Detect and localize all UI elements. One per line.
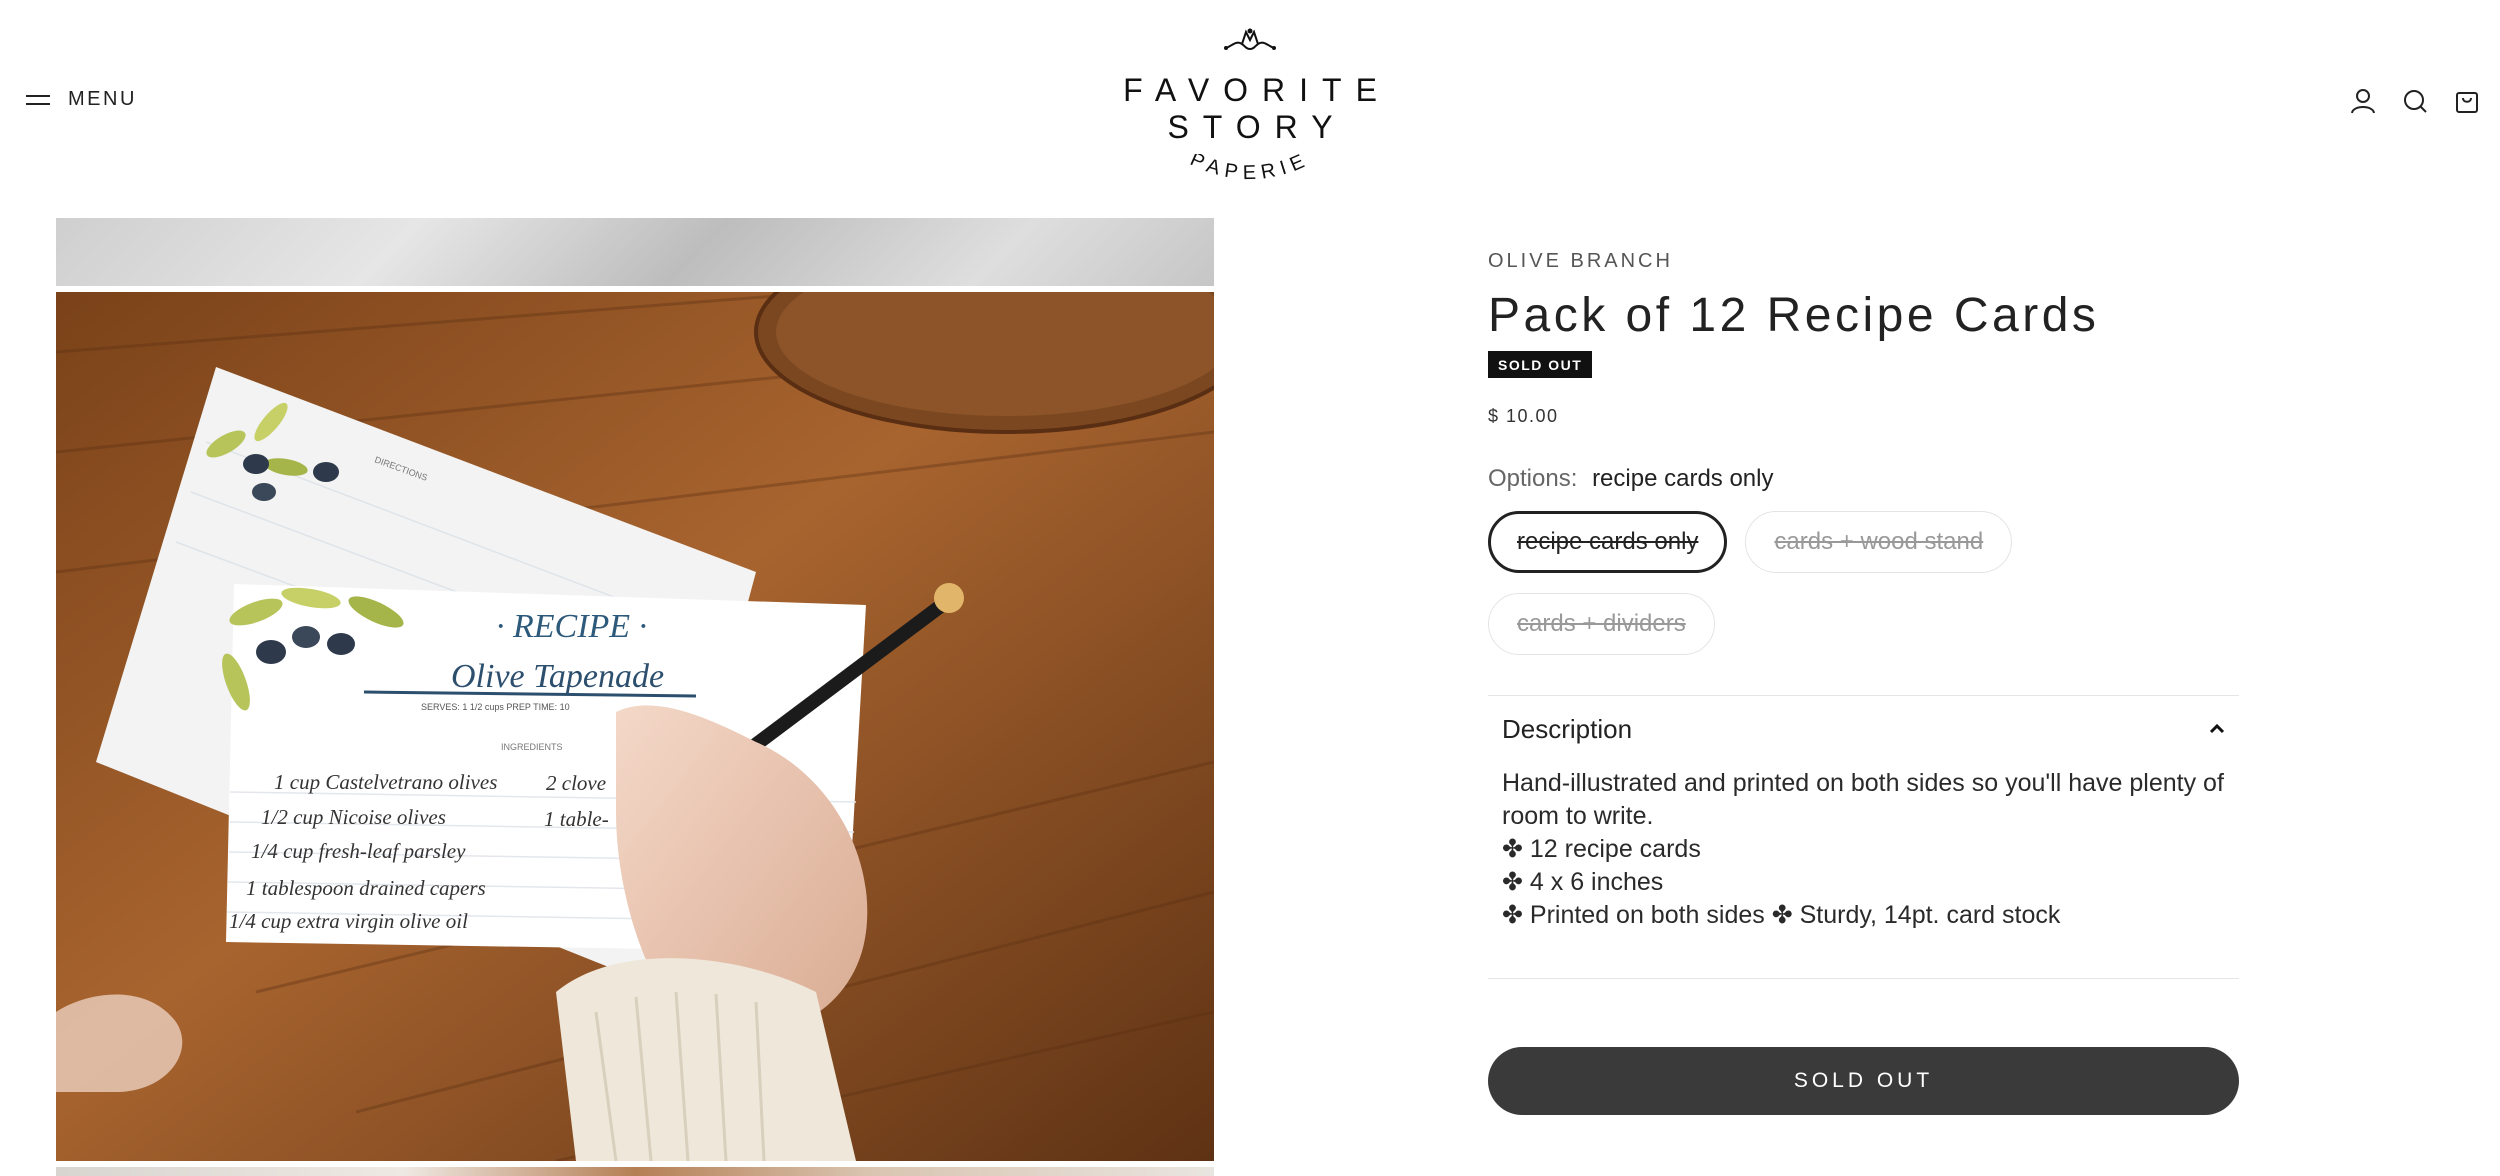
product-info: OLIVE BRANCH Pack of 12 Recipe Cards SOL… xyxy=(1488,250,2239,1115)
svg-text:Olive Tapenade: Olive Tapenade xyxy=(451,658,664,695)
logo-subtitle: PAPERIE xyxy=(1187,154,1313,184)
svg-text:1 table-: 1 table- xyxy=(544,807,609,831)
option-swatches: recipe cards only cards + wood stand car… xyxy=(1488,510,2108,655)
product-price: $ 10.00 xyxy=(1488,405,1559,426)
svg-text:1 cup Castelvetrano olives: 1 cup Castelvetrano olives xyxy=(274,770,497,794)
description-line: ✤ Printed on both sides ✤ Sturdy, 14pt. … xyxy=(1502,900,2061,929)
sold-out-button[interactable]: SOLD OUT xyxy=(1488,1046,2239,1115)
product-image-main[interactable]: DIRECTIONS · RECIPE · Olive Tapenade SER… xyxy=(56,292,1214,1161)
menu-button[interactable]: MENU xyxy=(26,88,137,111)
chevron-up-icon xyxy=(2209,724,2225,734)
description-title: Description xyxy=(1502,713,1633,744)
svg-text:PAPERIE: PAPERIE xyxy=(1187,154,1313,184)
product-image-next[interactable] xyxy=(56,1167,1214,1176)
hamburger-icon xyxy=(26,93,50,107)
description-line: ✤ 4 x 6 inches xyxy=(1502,867,1664,896)
logo-title: FAVORITE STORY xyxy=(1123,72,1391,145)
header-actions xyxy=(2350,88,2480,114)
search-icon[interactable] xyxy=(2402,88,2428,114)
cart-icon[interactable] xyxy=(2454,88,2480,114)
options-label: Options: xyxy=(1488,464,1578,492)
description-body: Hand-illustrated and printed on both sid… xyxy=(1502,767,2225,932)
svg-text:1 tablespoon drained capers: 1 tablespoon drained capers xyxy=(246,876,486,900)
product-title: Pack of 12 Recipe Cards xyxy=(1488,289,2100,342)
description-toggle[interactable]: Description xyxy=(1502,714,2225,745)
description-line: Hand-illustrated and printed on both sid… xyxy=(1502,768,2224,830)
menu-label: MENU xyxy=(68,88,137,110)
svg-text:SERVES: 1 1/2 cups PREP TIME: SERVES: 1 1/2 cups PREP TIME: 10 xyxy=(421,702,570,712)
option-cards-dividers[interactable]: cards + dividers xyxy=(1488,592,1715,655)
svg-text:2 clove: 2 clove xyxy=(546,771,606,795)
svg-text:INGREDIENTS: INGREDIENTS xyxy=(501,742,563,752)
crown-ornament-icon xyxy=(1224,28,1276,51)
recipe-card-photo: DIRECTIONS · RECIPE · Olive Tapenade SER… xyxy=(56,292,1214,1161)
site-logo[interactable]: FAVORITE STORY PAPERIE xyxy=(1070,26,1430,184)
options-selected-value: recipe cards only xyxy=(1592,464,1774,492)
sold-out-badge: SOLD OUT xyxy=(1488,350,1593,378)
product-vendor[interactable]: OLIVE BRANCH xyxy=(1488,250,2239,273)
svg-text:1/2 cup Nicoise olives: 1/2 cup Nicoise olives xyxy=(261,805,446,829)
svg-text:1/4 cup fresh-leaf parsley: 1/4 cup fresh-leaf parsley xyxy=(251,839,466,863)
svg-text:1/4 cup extra virgin olive oil: 1/4 cup extra virgin olive oil xyxy=(229,909,468,933)
product-image-previous[interactable] xyxy=(56,218,1214,286)
description-line: ✤ 12 recipe cards xyxy=(1502,834,1701,863)
site-header: MENU FAVORITE STORY PAPERIE xyxy=(0,0,2500,210)
svg-text:· RECIPE ·: · RECIPE · xyxy=(496,608,647,645)
options-row: Options: recipe cards only xyxy=(1488,465,2239,493)
description-accordion: Description Hand-illustrated and printed… xyxy=(1488,694,2239,979)
option-recipe-cards-only[interactable]: recipe cards only xyxy=(1488,510,1728,573)
account-icon[interactable] xyxy=(2350,88,2376,114)
option-cards-wood-stand[interactable]: cards + wood stand xyxy=(1745,510,2013,573)
